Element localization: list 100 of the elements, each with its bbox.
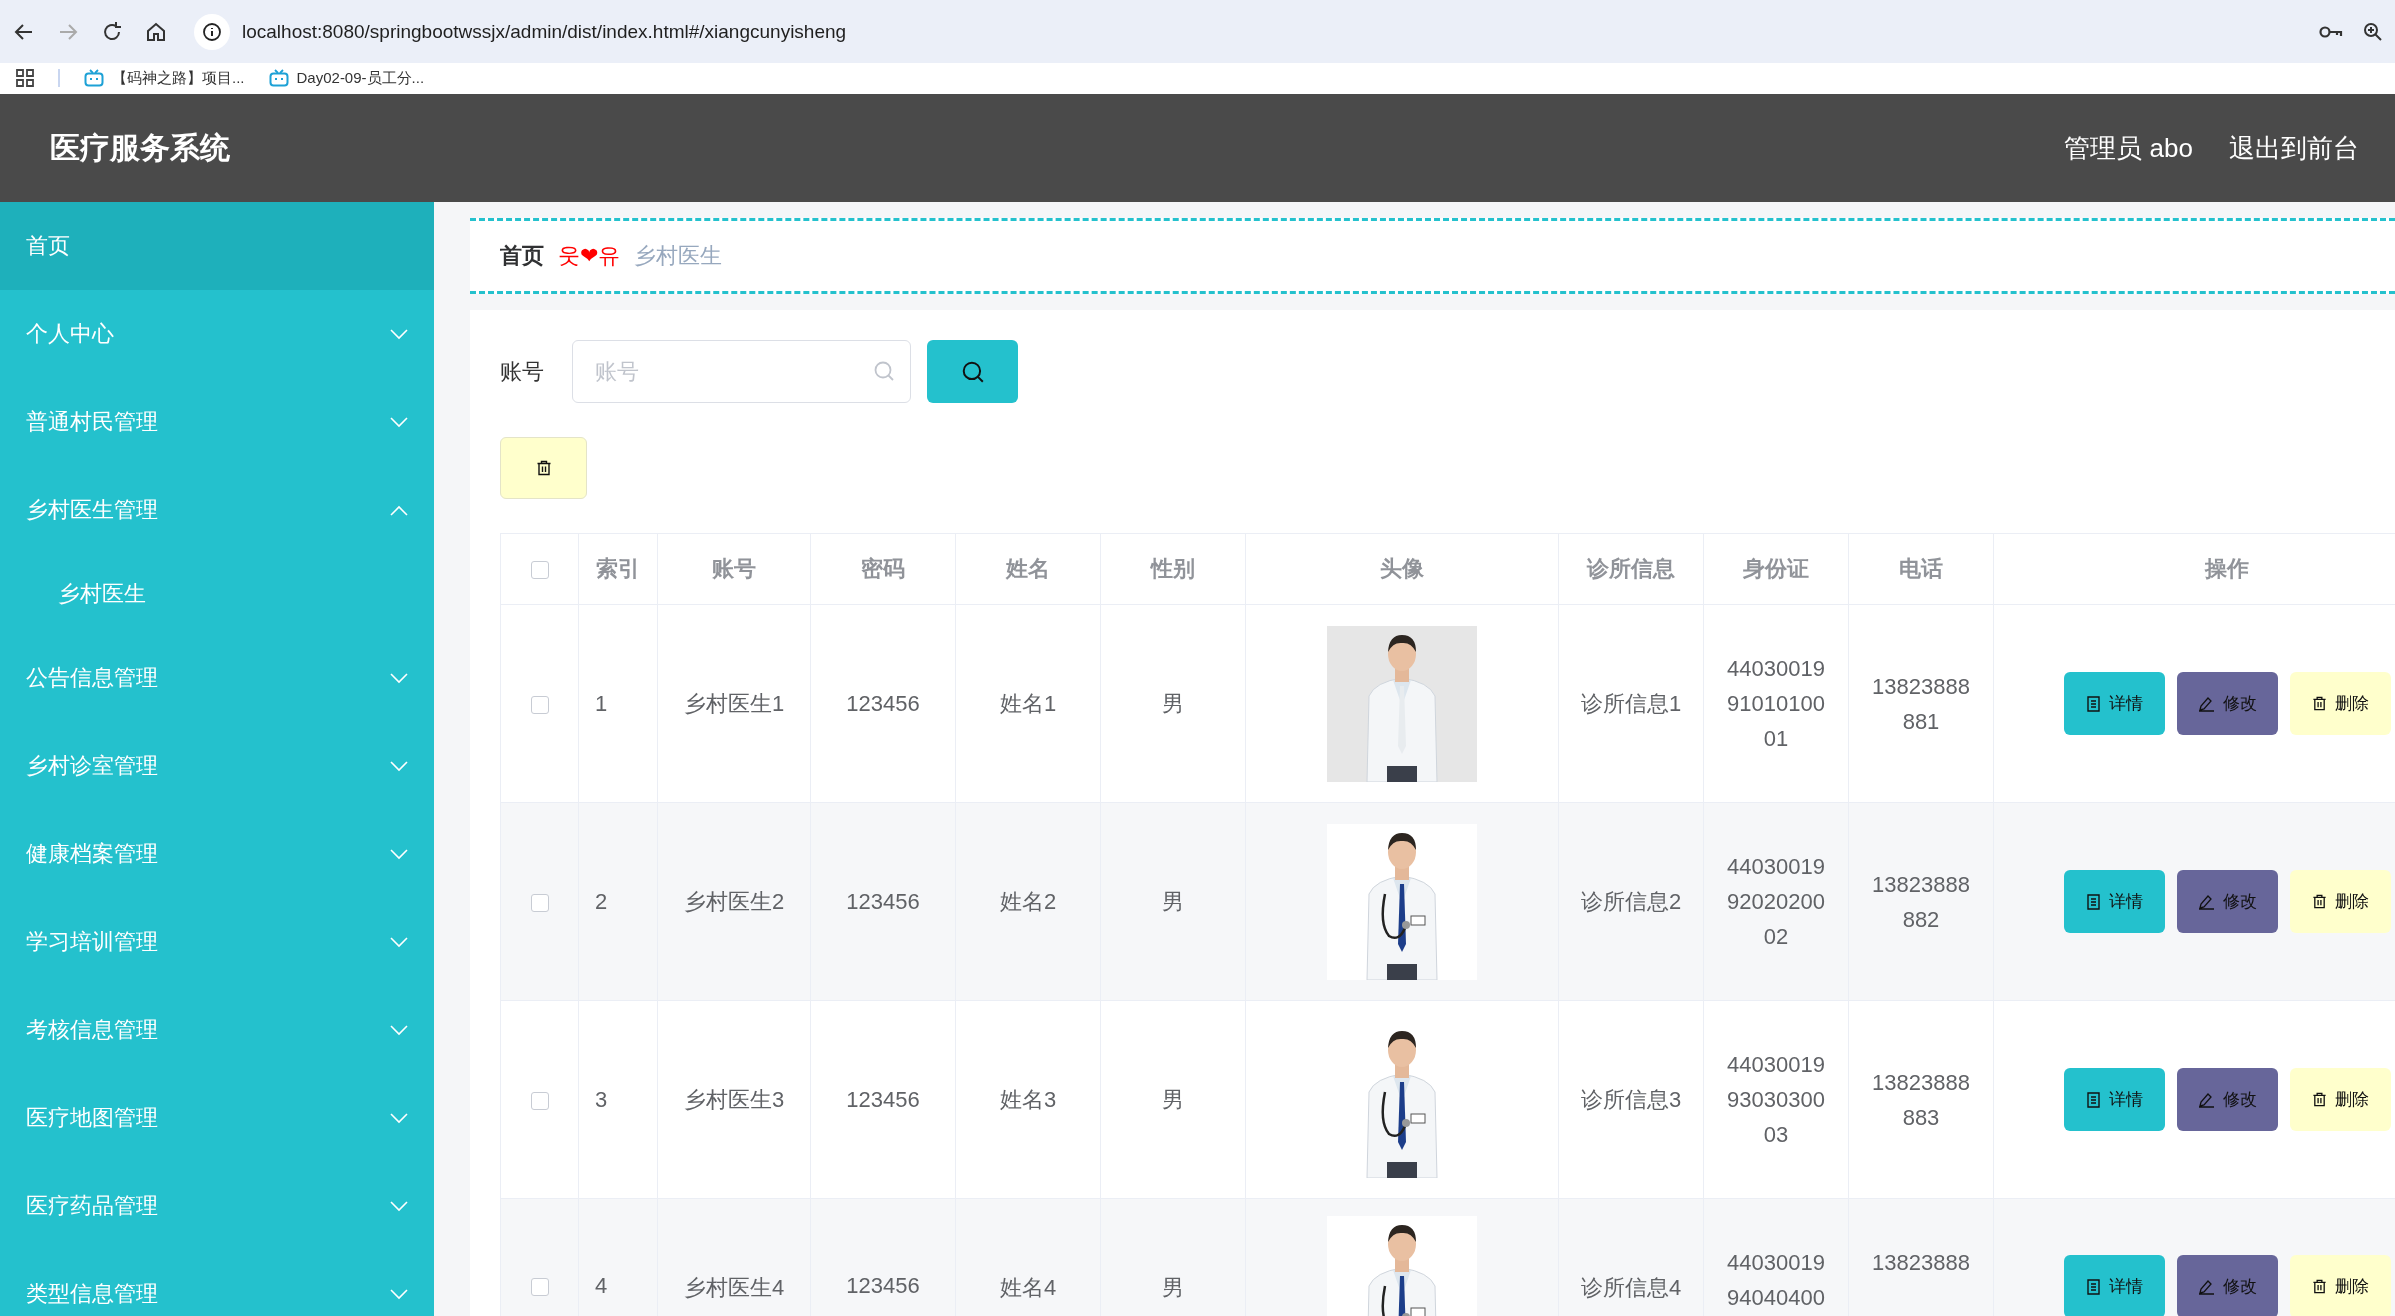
- column-header: 操作: [2205, 556, 2249, 581]
- column-header: 索引: [596, 556, 640, 581]
- checkbox[interactable]: [530, 1091, 549, 1110]
- table-cell: 男: [1162, 1086, 1184, 1112]
- table-cell: 姓名1: [999, 690, 1057, 716]
- table-cell: 1: [595, 690, 608, 716]
- search-field[interactable]: 账号: [572, 340, 911, 403]
- delete-button[interactable]: 删除: [2289, 1068, 2391, 1131]
- table-cell-text: 13823888: [1871, 1249, 1971, 1277]
- table-cell: 123456: [846, 1086, 920, 1112]
- breadcrumb-current: 乡村医生: [634, 242, 723, 270]
- bookmark-link[interactable]: Day02-09-员工分...: [296, 68, 425, 88]
- sidebar-item[interactable]: 乡村医生管理: [0, 466, 434, 554]
- column-header: 性别: [1151, 556, 1195, 581]
- search-button[interactable]: [927, 340, 1018, 403]
- chevron-icon: [390, 672, 408, 684]
- table-cell: 123456: [846, 888, 920, 914]
- column-header: 姓名: [1006, 556, 1050, 581]
- delete-button[interactable]: 删除: [2289, 870, 2391, 933]
- checkbox[interactable]: [530, 1278, 549, 1297]
- sidebar-item[interactable]: 乡村诊室管理: [0, 722, 434, 810]
- apps-grid-icon[interactable]: [16, 69, 34, 87]
- address-bar[interactable]: localhost:8080/springbootwssjx/admin/dist/index.html#/xiangcunyisheng: [242, 20, 847, 43]
- column-header: 账号: [712, 556, 756, 581]
- chevron-icon: [390, 1112, 408, 1124]
- delete-button[interactable]: [500, 437, 587, 499]
- bookmark-link[interactable]: 【码神之路】项目...: [112, 68, 245, 88]
- sidebar-item[interactable]: 个人中心: [0, 290, 434, 378]
- trash-icon: [2311, 1279, 2327, 1294]
- header-link[interactable]: 退出到前台: [2229, 130, 2359, 166]
- edit-button[interactable]: 修改: [2176, 1068, 2278, 1131]
- table-cell: 诊所信息3: [1580, 1086, 1682, 1112]
- document-icon: [2085, 893, 2101, 910]
- sidebar-item[interactable]: 普通村民管理: [0, 378, 434, 466]
- checkbox[interactable]: [530, 561, 549, 580]
- chevron-icon: [390, 1288, 408, 1300]
- table-cell: 姓名3: [999, 1086, 1057, 1112]
- chevron-icon: [390, 416, 408, 428]
- edit-button[interactable]: 修改: [2176, 870, 2278, 933]
- trash-icon: [2311, 894, 2327, 909]
- table-cell-text: 13823888881: [1871, 672, 1971, 736]
- column-header: 诊所信息: [1587, 556, 1675, 581]
- table-cell: 乡村医生3: [683, 1086, 785, 1112]
- table-cell: 4: [595, 1273, 608, 1298]
- table-cell: 乡村医生1: [683, 690, 785, 716]
- edit-button[interactable]: 修改: [2176, 672, 2278, 735]
- table-cell: 乡村医生2: [683, 888, 785, 914]
- column-header: 头像: [1380, 556, 1424, 581]
- app-title: 医疗服务系统: [50, 129, 231, 166]
- checkbox[interactable]: [530, 893, 549, 912]
- delete-button[interactable]: 删除: [2289, 672, 2391, 735]
- trash-icon: [2311, 1092, 2327, 1107]
- table-cell: 123456: [846, 690, 920, 716]
- sidebar-item[interactable]: 考核信息管理: [0, 986, 434, 1074]
- table-cell-text: 440300199202020002: [1726, 853, 1826, 951]
- detail-button[interactable]: 详情: [2063, 870, 2165, 933]
- detail-button[interactable]: 详情: [2063, 1068, 2165, 1131]
- table-cell: 男: [1162, 1275, 1184, 1300]
- chevron-icon: [390, 848, 408, 860]
- column-header: 密码: [861, 556, 905, 581]
- info-icon[interactable]: [202, 21, 222, 42]
- delete-button[interactable]: 删除: [2289, 1255, 2391, 1316]
- sidebar-item[interactable]: 类型信息管理: [0, 1250, 434, 1316]
- document-icon: [2085, 695, 2101, 712]
- table-cell: 姓名2: [999, 888, 1057, 914]
- table-cell-text: 13823888883: [1871, 1068, 1971, 1132]
- sidebar-item[interactable]: 医疗地图管理: [0, 1074, 434, 1162]
- sidebar-item[interactable]: 健康档案管理: [0, 810, 434, 898]
- sidebar-subitem[interactable]: 乡村医生: [0, 554, 434, 634]
- pencil-icon: [2197, 1091, 2215, 1108]
- search-label: 账号: [500, 357, 544, 386]
- detail-button[interactable]: 详情: [2063, 672, 2165, 735]
- sidebar-item[interactable]: 学习培训管理: [0, 898, 434, 986]
- document-icon: [2085, 1278, 2101, 1295]
- sidebar-item[interactable]: 医疗药品管理: [0, 1162, 434, 1250]
- table-cell: 诊所信息1: [1580, 690, 1682, 716]
- sidebar-item[interactable]: 公告信息管理: [0, 634, 434, 722]
- tv-icon: [84, 69, 104, 87]
- table-cell-text: 440300199303030003: [1726, 1051, 1826, 1149]
- detail-button[interactable]: 详情: [2063, 1255, 2165, 1316]
- table-cell: 男: [1162, 888, 1184, 914]
- header-link[interactable]: 管理员 abo: [2064, 130, 2193, 166]
- sidebar-item[interactable]: 首页: [0, 202, 434, 290]
- edit-button[interactable]: 修改: [2176, 1255, 2278, 1316]
- key-icon[interactable]: [2319, 24, 2343, 39]
- breadcrumb-home[interactable]: 首页: [500, 241, 544, 271]
- breadcrumb-separator: 웃❤유: [558, 242, 621, 270]
- table-cell-text: 440300199101010001: [1726, 655, 1826, 753]
- table-cell: 姓名4: [999, 1275, 1057, 1300]
- checkbox[interactable]: [530, 695, 549, 714]
- column-header: 电话: [1899, 556, 1943, 581]
- table-cell-text: 13823888882: [1871, 870, 1971, 934]
- table-cell: 男: [1162, 690, 1184, 716]
- table-cell: 3: [595, 1086, 608, 1112]
- trash-icon: [2311, 696, 2327, 711]
- table-cell-text: 4403001994040400: [1726, 1249, 1826, 1312]
- zoom-in-icon[interactable]: [2363, 21, 2383, 42]
- chevron-icon: [390, 1024, 408, 1036]
- chevron-icon: [390, 936, 408, 948]
- chevron-icon: [390, 328, 408, 340]
